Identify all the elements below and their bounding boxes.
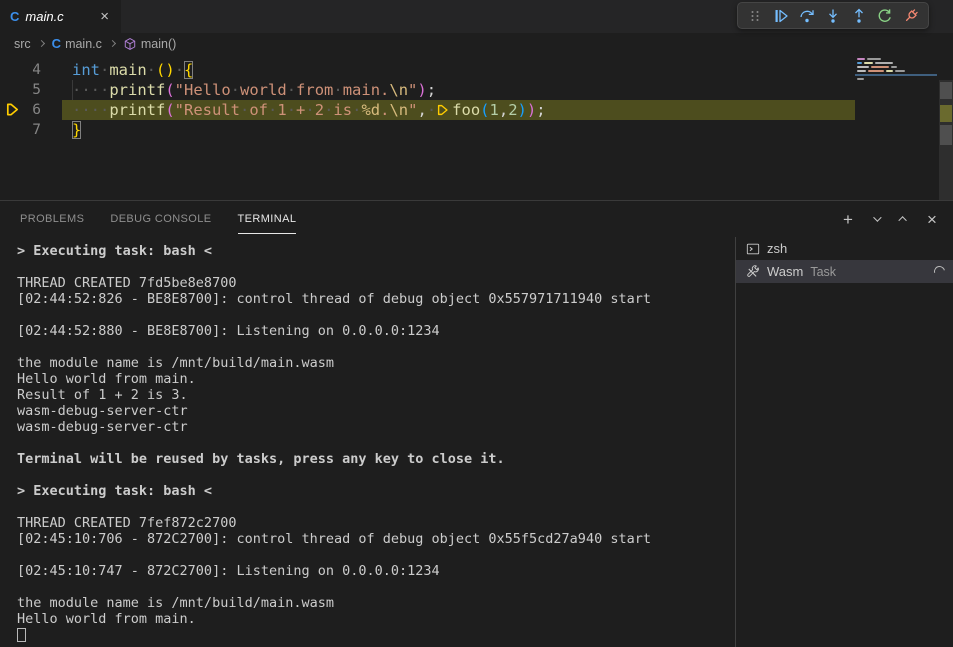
editor-scrollbar[interactable]: [939, 54, 953, 200]
terminal-tabs-list: zsh Wasm Task: [735, 237, 953, 647]
panel-tab-debug-console[interactable]: DEBUG CONSOLE: [110, 201, 211, 237]
panel-tab-terminal[interactable]: TERMINAL: [238, 201, 297, 237]
breadcrumb-separator-icon: [109, 40, 116, 47]
tools-icon: [746, 265, 760, 279]
gutter-line-number[interactable]: 4: [0, 60, 62, 80]
tab-label: main.c: [25, 9, 92, 24]
c-file-icon: C: [52, 36, 61, 51]
vscode-window: C main.c ×: [0, 0, 953, 647]
debug-toolbar-drag-handle[interactable]: [743, 4, 767, 28]
terminal-line: [17, 499, 735, 515]
terminal-line: > Executing task: bash <: [17, 243, 735, 259]
plus-icon: +: [843, 211, 853, 228]
gutter-line-number[interactable]: 5: [0, 80, 62, 100]
maximize-panel-button[interactable]: [893, 208, 915, 230]
debug-step-into-icon[interactable]: [821, 4, 845, 28]
terminal-profile-dropdown[interactable]: [865, 208, 887, 230]
breadcrumb-label: main.c: [65, 37, 102, 51]
close-panel-button[interactable]: ×: [921, 208, 943, 230]
terminal-line: [17, 467, 735, 483]
close-icon: ×: [927, 211, 937, 228]
terminal-output[interactable]: > Executing task: bash < THREAD CREATED …: [0, 237, 735, 647]
inline-execution-pointer-icon: [436, 101, 452, 119]
terminal-line: [17, 435, 735, 451]
gutter-line-number[interactable]: 7: [0, 120, 62, 140]
symbol-method-icon: [123, 37, 137, 51]
code-line-content[interactable]: int·main·()·{: [62, 60, 855, 80]
terminal-line: Terminal will be reused by tasks, press …: [17, 451, 735, 467]
terminal-item-label: zsh: [767, 241, 787, 256]
debug-continue-icon[interactable]: [769, 4, 793, 28]
breadcrumb-item-main--[interactable]: main(): [123, 37, 176, 51]
breadcrumb-separator-icon: [38, 40, 45, 47]
terminal-list-item-wasm[interactable]: Wasm Task: [736, 260, 953, 283]
breadcrumb-label: src: [14, 37, 31, 51]
terminal-list-item-zsh[interactable]: zsh: [736, 237, 953, 260]
terminal-line: [02:44:52:826 - BE8E8700]: control threa…: [17, 291, 735, 307]
new-terminal-button[interactable]: +: [837, 208, 859, 230]
code-line-content[interactable]: ····printf("Result·of·1·+·2·is·%d.\n",·f…: [62, 100, 855, 120]
terminal-line: [17, 579, 735, 595]
editor-tab-bar: C main.c ×: [0, 0, 953, 33]
terminal-line: Hello world from main.: [17, 371, 735, 387]
task-spinner-icon: [932, 264, 947, 279]
terminal-line: Result of 1 + 2 is 3.: [17, 387, 735, 403]
overview-ruler-mark: [940, 105, 952, 122]
debug-step-over-icon[interactable]: [795, 4, 819, 28]
terminal-icon: [746, 242, 760, 256]
breadcrumb-item-main-c[interactable]: Cmain.c: [52, 36, 102, 51]
terminal-line: the module name is /mnt/build/main.wasm: [17, 355, 735, 371]
terminal-line: THREAD CREATED 7fef872c2700: [17, 515, 735, 531]
tab-main-c[interactable]: C main.c ×: [0, 0, 122, 33]
terminal-cursor: [17, 628, 26, 642]
editor-line-4[interactable]: 4int·main·()·{: [0, 60, 855, 80]
editor-line-6[interactable]: 6····printf("Result·of·1·+·2·is·%d.\n",·…: [0, 100, 855, 120]
terminal-line: wasm-debug-server-ctr: [17, 419, 735, 435]
tools-icon: [746, 265, 760, 279]
terminal-line: [17, 547, 735, 563]
terminal-line: [17, 259, 735, 275]
chevron-up-icon: [898, 216, 906, 224]
code-editor[interactable]: 4int·main·()·{5····printf("Hello·world·f…: [0, 54, 953, 200]
terminal-line: THREAD CREATED 7fd5be8e8700: [17, 275, 735, 291]
terminal-item-type: Task: [810, 265, 836, 279]
editor-line-5[interactable]: 5····printf("Hello·world·from·main.\n");: [0, 80, 855, 100]
editor-line-7[interactable]: 7}: [0, 120, 855, 140]
breadcrumb-item-src[interactable]: src: [14, 37, 31, 51]
overview-ruler-mark: [940, 82, 952, 99]
breadcrumb: src Cmain.c main(): [0, 33, 953, 54]
overview-ruler-mark: [940, 125, 952, 145]
breadcrumb-label: main(): [141, 37, 176, 51]
terminal-icon: [746, 242, 760, 256]
chevron-down-icon: [873, 213, 881, 221]
bottom-panel: PROBLEMS DEBUG CONSOLE TERMINAL + × > Exec…: [0, 200, 953, 647]
terminal-line: [17, 339, 735, 355]
debug-step-out-icon[interactable]: [847, 4, 871, 28]
terminal-line: the module name is /mnt/build/main.wasm: [17, 595, 735, 611]
panel-header: PROBLEMS DEBUG CONSOLE TERMINAL + ×: [0, 201, 953, 237]
terminal-line: wasm-debug-server-ctr: [17, 403, 735, 419]
panel-tab-problems[interactable]: PROBLEMS: [20, 201, 84, 237]
terminal-line: [02:45:10:706 - 872C2700]: control threa…: [17, 531, 735, 547]
panel-body: > Executing task: bash < THREAD CREATED …: [0, 237, 953, 647]
debug-disconnect-icon[interactable]: [899, 4, 923, 28]
code-line-content[interactable]: ····printf("Hello·world·from·main.\n");: [62, 80, 855, 100]
terminal-line: [02:45:10:747 - 872C2700]: Listening on …: [17, 563, 735, 579]
debug-toolbar: [737, 2, 929, 29]
panel-actions: + ×: [837, 201, 943, 237]
c-file-icon: C: [10, 9, 19, 24]
gutter-line-number[interactable]: 6: [0, 100, 62, 120]
terminal-line: [17, 307, 735, 323]
minimap[interactable]: [855, 54, 939, 200]
terminal-line: Hello world from main.: [17, 611, 735, 627]
terminal-item-label: Wasm: [767, 264, 803, 279]
tab-close-icon[interactable]: ×: [98, 9, 111, 24]
code-line-content[interactable]: }: [62, 120, 855, 140]
debug-restart-icon[interactable]: [873, 4, 897, 28]
terminal-line: [02:44:52:880 - BE8E8700]: Listening on …: [17, 323, 735, 339]
terminal-line: > Executing task: bash <: [17, 483, 735, 499]
